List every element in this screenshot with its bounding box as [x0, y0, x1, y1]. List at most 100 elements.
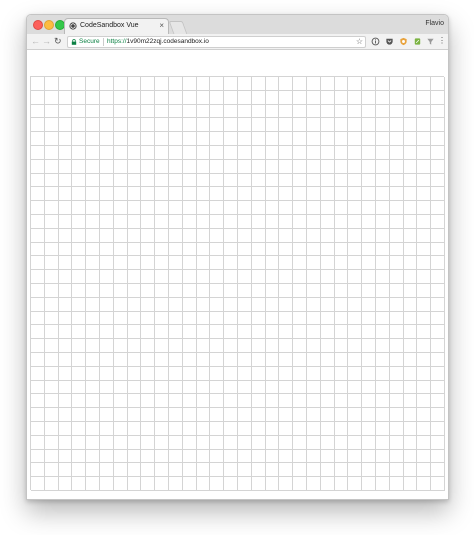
grid-cell[interactable] — [431, 297, 445, 312]
grid-cell[interactable] — [31, 421, 45, 436]
grid-cell[interactable] — [196, 311, 211, 326]
grid-cell[interactable] — [251, 352, 266, 367]
grid-cell[interactable] — [196, 214, 211, 229]
grid-cell[interactable] — [348, 408, 363, 422]
grid-cell[interactable] — [86, 477, 100, 491]
grid-cell[interactable] — [334, 77, 349, 91]
grid-cell[interactable] — [182, 408, 197, 422]
grid-cell[interactable] — [375, 311, 390, 326]
grid-cell[interactable] — [44, 463, 59, 478]
grid-cell[interactable] — [403, 118, 418, 133]
grid-cell[interactable] — [113, 104, 128, 119]
grid-cell[interactable] — [375, 297, 390, 312]
grid-cell[interactable] — [127, 435, 142, 450]
grid-cell[interactable] — [86, 297, 100, 312]
grid-cell[interactable] — [279, 463, 294, 478]
grid-cell[interactable] — [348, 283, 363, 298]
grid-cell[interactable] — [251, 104, 266, 119]
grid-cell[interactable] — [279, 325, 294, 340]
grid-cell[interactable] — [196, 463, 211, 478]
grid-cell[interactable] — [168, 408, 183, 422]
grid-cell[interactable] — [58, 173, 73, 188]
grid-cell[interactable] — [141, 104, 156, 119]
grid-cell[interactable] — [403, 104, 418, 119]
grid-cell[interactable] — [141, 463, 156, 478]
grid-cell[interactable] — [72, 228, 87, 243]
grid-cell[interactable] — [155, 270, 169, 284]
grid-cell[interactable] — [320, 132, 335, 146]
grid-cell[interactable] — [375, 187, 390, 202]
grid-cell[interactable] — [72, 145, 87, 160]
grid-cell[interactable] — [210, 118, 225, 133]
grid-cell[interactable] — [293, 132, 307, 146]
grid-cell[interactable] — [417, 352, 432, 367]
grid-cell[interactable] — [403, 408, 418, 422]
grid-cell[interactable] — [155, 380, 169, 395]
grid-cell[interactable] — [237, 173, 252, 188]
grid-cell[interactable] — [224, 118, 238, 133]
grid-cell[interactable] — [86, 380, 100, 395]
grid-cell[interactable] — [251, 366, 266, 381]
grid-cell[interactable] — [320, 297, 335, 312]
grid-cell[interactable] — [375, 339, 390, 353]
grid-cell[interactable] — [31, 201, 45, 215]
grid-cell[interactable] — [279, 339, 294, 353]
grid-cell[interactable] — [265, 256, 280, 271]
grid-cell[interactable] — [265, 435, 280, 450]
grid-cell[interactable] — [293, 270, 307, 284]
grid-cell[interactable] — [58, 90, 73, 105]
grid-cell[interactable] — [334, 242, 349, 257]
grid-cell[interactable] — [293, 421, 307, 436]
grid-cell[interactable] — [431, 104, 445, 119]
grid-cell[interactable] — [320, 270, 335, 284]
grid-cell[interactable] — [293, 173, 307, 188]
grid-cell[interactable] — [334, 408, 349, 422]
grid-cell[interactable] — [31, 256, 45, 271]
grid-cell[interactable] — [155, 449, 169, 464]
grid-cell[interactable] — [168, 435, 183, 450]
grid-cell[interactable] — [362, 77, 376, 91]
grid-cell[interactable] — [375, 380, 390, 395]
grid-cell[interactable] — [113, 228, 128, 243]
grid-cell[interactable] — [348, 339, 363, 353]
grid-cell[interactable] — [127, 145, 142, 160]
grid-cell[interactable] — [168, 104, 183, 119]
grid-cell[interactable] — [72, 283, 87, 298]
grid-cell[interactable] — [86, 90, 100, 105]
grid-cell[interactable] — [31, 104, 45, 119]
grid-cell[interactable] — [224, 394, 238, 409]
grid-cell[interactable] — [113, 449, 128, 464]
grid-cell[interactable] — [155, 463, 169, 478]
grid-cell[interactable] — [155, 145, 169, 160]
grid-cell[interactable] — [224, 173, 238, 188]
grid-cell[interactable] — [431, 256, 445, 271]
grid-cell[interactable] — [72, 132, 87, 146]
grid-cell[interactable] — [265, 201, 280, 215]
grid-cell[interactable] — [417, 394, 432, 409]
grid-cell[interactable] — [417, 270, 432, 284]
grid-cell[interactable] — [168, 283, 183, 298]
grid-cell[interactable] — [375, 366, 390, 381]
grid-cell[interactable] — [86, 159, 100, 174]
grid-cell[interactable] — [320, 352, 335, 367]
grid-cell[interactable] — [348, 201, 363, 215]
grid-cell[interactable] — [293, 435, 307, 450]
grid-cell[interactable] — [279, 104, 294, 119]
grid-cell[interactable] — [375, 256, 390, 271]
grid-cell[interactable] — [86, 228, 100, 243]
grid-cell[interactable] — [362, 90, 376, 105]
grid-cell[interactable] — [44, 449, 59, 464]
grid-cell[interactable] — [251, 311, 266, 326]
grid-cell[interactable] — [155, 435, 169, 450]
grid-cell[interactable] — [99, 339, 114, 353]
grid-cell[interactable] — [86, 201, 100, 215]
grid-cell[interactable] — [224, 477, 238, 491]
grid-cell[interactable] — [86, 270, 100, 284]
grid-cell[interactable] — [113, 380, 128, 395]
grid-cell[interactable] — [362, 477, 376, 491]
grid-cell[interactable] — [168, 380, 183, 395]
shield-extension-icon[interactable] — [399, 37, 408, 46]
grid-cell[interactable] — [72, 256, 87, 271]
grid-cell[interactable] — [237, 325, 252, 340]
grid-cell[interactable] — [127, 463, 142, 478]
